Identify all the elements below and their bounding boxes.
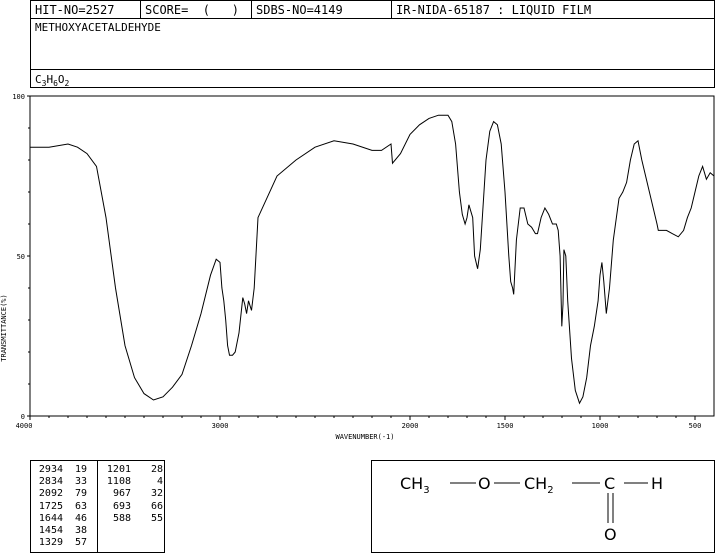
peak-table: 2934 19 1201 28 2834 33 1108 4 2092 79 967 32 1725 63… <box>30 460 165 553</box>
x-tick-label: 1000 <box>592 422 609 430</box>
y-tick-label: 100 <box>12 93 25 101</box>
peak-wavenumber: 2834 <box>38 476 63 488</box>
peak-table-divider <box>97 461 98 552</box>
carbonyl-carbon: C <box>604 474 616 493</box>
y-axis-label: TRANSMITTANCE(%) <box>0 294 8 361</box>
peak-intensity: 55 <box>150 512 163 524</box>
peak-wavenumber: 1329 <box>38 537 63 549</box>
x-tick-label: 4000 <box>16 422 33 430</box>
peak-wavenumber: 693 <box>112 500 131 512</box>
peak-wavenumber: 2934 <box>38 464 63 475</box>
peak-wavenumber: 1108 <box>106 476 131 488</box>
ether-oxygen: O <box>478 474 491 493</box>
peak-wavenumber: 588 <box>112 512 131 524</box>
transmittance-line <box>30 114 715 405</box>
peak-intensity: 32 <box>150 488 163 500</box>
molecular-formula: C3H6O2 <box>35 73 70 89</box>
peak-intensity: 46 <box>74 512 87 524</box>
aldehyde-hydrogen: H <box>651 474 664 493</box>
peak-intensity: 57 <box>74 537 87 549</box>
header-bar: HIT-NO=2527 SCORE= ( ) SDBS-NO=4149 IR-N… <box>30 0 715 20</box>
peak-wavenumber: 1201 <box>106 464 131 475</box>
x-axis-label: WAVENUMBER(-1) <box>335 433 394 441</box>
peak-wavenumber: 2092 <box>38 488 63 500</box>
peak-wavenumber: 1644 <box>38 512 63 524</box>
methyl-group: CH3 <box>400 474 430 497</box>
x-tick-label: 500 <box>689 422 702 430</box>
peak-wavenumber: 1725 <box>38 500 63 512</box>
peak-wavenumber: 1454 <box>38 525 63 536</box>
peak-intensity: 28 <box>150 464 163 475</box>
ir-spectrum-chart: 4000 3000 2000 1500 1000 500 0 50 100 WAVENUMBER… <box>0 93 715 441</box>
structure-diagram: CH3 O CH2 C H O <box>371 460 715 553</box>
x-tick-label: 1500 <box>497 422 514 430</box>
methylene-group: CH2 <box>524 474 554 497</box>
y-tick-label: 0 <box>21 413 25 421</box>
peak-wavenumber: 967 <box>112 488 131 500</box>
carbonyl-oxygen: O <box>604 525 617 544</box>
peak-intensity: 79 <box>74 488 87 500</box>
peak-intensity: 63 <box>74 500 87 512</box>
x-tick-label: 3000 <box>212 422 229 430</box>
peak-intensity: 4 <box>156 476 163 488</box>
peak-intensity: 38 <box>74 525 87 536</box>
plot-area-frame <box>29 95 715 417</box>
compound-name-box: METHOXYACETALDEHYDE <box>30 18 715 70</box>
compound-name: METHOXYACETALDEHYDE <box>35 21 161 34</box>
peak-intensity: 19 <box>74 464 87 475</box>
peak-intensity: 33 <box>74 476 87 488</box>
formula-box: C3H6O2 <box>30 69 715 88</box>
x-tick-label: 2000 <box>402 422 419 430</box>
y-tick-label: 50 <box>17 253 25 261</box>
peak-intensity: 66 <box>150 500 163 512</box>
